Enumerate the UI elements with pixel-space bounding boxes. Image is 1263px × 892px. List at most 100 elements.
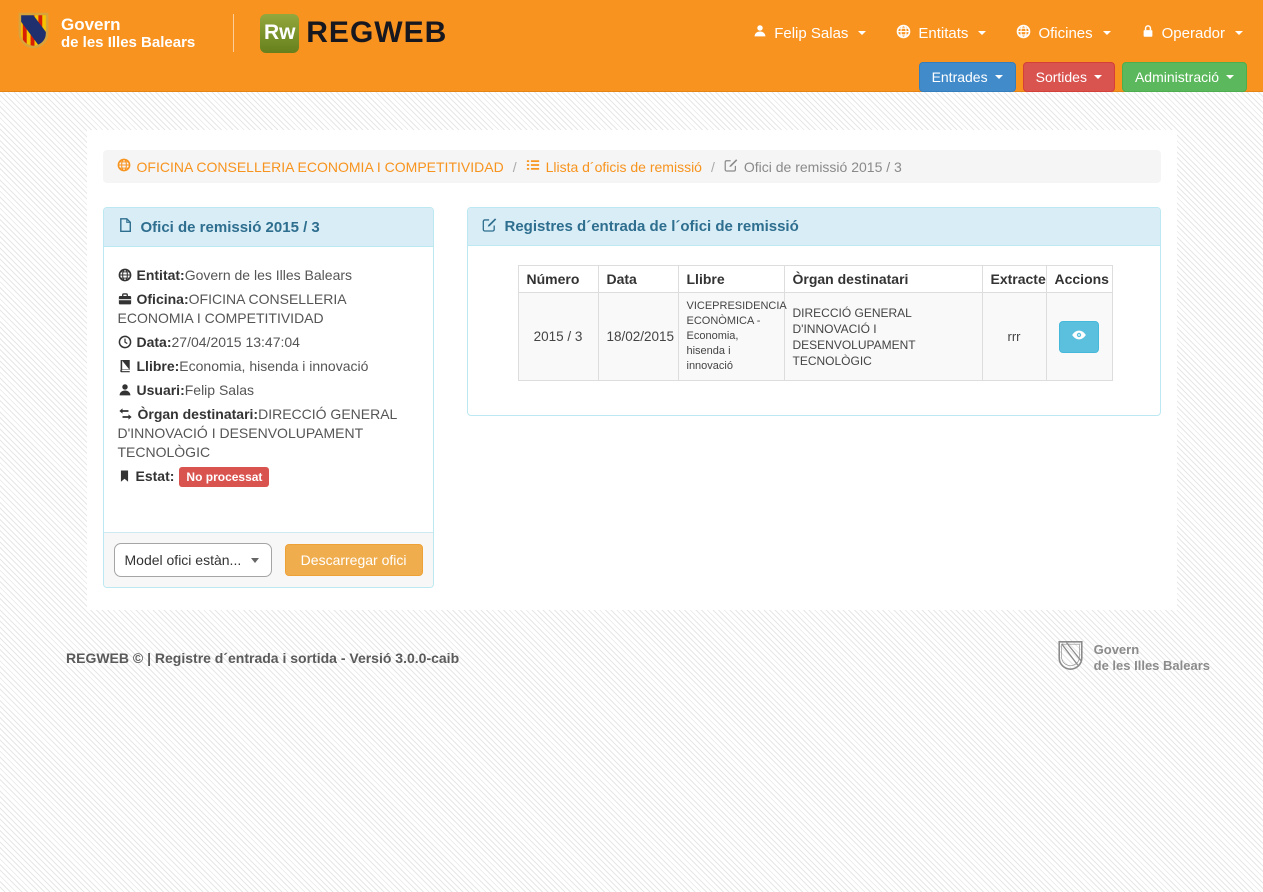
caret-down-icon — [1094, 75, 1102, 79]
view-record-button[interactable] — [1059, 321, 1099, 353]
breadcrumb-office-link[interactable]: OFICINA CONSELLERIA ECONOMIA I COMPETITI… — [117, 158, 504, 175]
ofici-detail-panel-title: Ofici de remissió 2015 / 3 — [141, 219, 320, 236]
nav-menu-label: Oficines — [1038, 25, 1092, 42]
nav-menu-entitats[interactable]: Entitats — [896, 24, 986, 43]
ofici-detail-panel-footer: Model ofici estàn... Descarregar ofici — [104, 532, 433, 587]
book-icon — [118, 359, 132, 373]
field-oficina-label: Oficina: — [137, 291, 189, 307]
caret-down-icon — [858, 31, 866, 35]
registres-panel-title: Registres d´entrada de l´ofici de remiss… — [505, 218, 799, 235]
footer-logo: Govern de les Illes Balears — [1056, 638, 1210, 678]
edit-icon — [724, 158, 738, 175]
footer-logo-line2: de les Illes Balears — [1094, 658, 1210, 674]
brand-divider — [233, 14, 234, 52]
sortides-button-label: Sortides — [1036, 69, 1087, 85]
cell-numero: 2015 / 3 — [518, 293, 598, 381]
caret-down-icon — [1235, 31, 1243, 35]
administracio-button[interactable]: Administració — [1122, 62, 1247, 92]
globe-icon — [118, 268, 132, 282]
rw-logo-badge: Rw — [260, 14, 299, 53]
field-llibre: Llibre:Economia, hisenda i innovació — [118, 357, 419, 376]
field-organ-destinatari: Òrgan destinatari:DIRECCIÓ GENERAL D'INN… — [118, 405, 419, 462]
lock-icon — [1141, 24, 1155, 42]
govern-crest-outline-icon — [1056, 638, 1085, 678]
main-card: OFICINA CONSELLERIA ECONOMIA I COMPETITI… — [87, 130, 1177, 610]
footer-logo-line1: Govern — [1094, 642, 1210, 658]
page-footer: REGWEB © | Registre d´entrada i sortida … — [66, 638, 1210, 678]
list-icon — [526, 158, 540, 175]
govern-crest-icon — [16, 10, 51, 56]
cell-organ: DIRECCIÓ GENERAL D'INNOVACIÓ I DESENVOLU… — [784, 293, 982, 381]
nav-menu-label: Operador — [1162, 25, 1225, 42]
field-data: Data:27/04/2015 13:47:04 — [118, 333, 419, 352]
breadcrumb-separator: / — [711, 159, 715, 175]
caret-down-icon — [1226, 75, 1234, 79]
col-header-data: Data — [598, 266, 678, 293]
field-llibre-label: Llibre: — [137, 358, 180, 374]
field-entitat: Entitat:Govern de les Illes Balears — [118, 266, 419, 285]
registres-panel-heading: Registres d´entrada de l´ofici de remiss… — [468, 208, 1160, 246]
bookmark-icon — [118, 469, 131, 483]
cell-extracte: rrr — [982, 293, 1046, 381]
globe-icon — [117, 158, 131, 175]
field-entitat-label: Entitat: — [137, 267, 185, 283]
top-navbar: Govern de les Illes Balears Rw REGWEB Fe… — [0, 0, 1263, 92]
breadcrumb: OFICINA CONSELLERIA ECONOMIA I COMPETITI… — [103, 150, 1161, 183]
edit-icon — [482, 217, 497, 236]
breadcrumb-current-item: Ofici de remissió 2015 / 3 — [724, 158, 902, 175]
breadcrumb-list-link[interactable]: Llista d´oficis de remissió — [526, 158, 702, 175]
globe-icon — [896, 24, 911, 43]
brand[interactable]: Govern de les Illes Balears — [16, 10, 195, 56]
col-header-llibre: Llibre — [678, 266, 784, 293]
table-row: 2015 / 3 18/02/2015 VICEPRESIDENCIA ECON… — [518, 293, 1112, 381]
field-organ-label: Òrgan destinatari: — [138, 406, 259, 422]
nav-user-menu[interactable]: Felip Salas — [753, 24, 866, 42]
nav-menu-oficines[interactable]: Oficines — [1016, 24, 1110, 43]
col-header-extracte: Extracte — [982, 266, 1046, 293]
cell-llibre: VICEPRESIDENCIA ECONÒMICA - Economia, hi… — [678, 293, 784, 381]
caret-down-icon — [1103, 31, 1111, 35]
app-name: REGWEB — [306, 16, 447, 50]
footer-logo-text: Govern de les Illes Balears — [1094, 642, 1210, 675]
brand-line1: Govern — [61, 15, 195, 35]
caret-down-icon — [995, 75, 1003, 79]
nav-menu-label: Entitats — [918, 25, 968, 42]
ofici-detail-panel: Ofici de remissió 2015 / 3 Entitat:Gover… — [103, 207, 434, 588]
ofici-detail-panel-heading: Ofici de remissió 2015 / 3 — [104, 208, 433, 247]
col-header-accions: Accions — [1046, 266, 1112, 293]
descarregar-ofici-button[interactable]: Descarregar ofici — [285, 544, 423, 576]
field-data-value: 27/04/2015 13:47:04 — [172, 334, 300, 350]
breadcrumb-list-label: Llista d´oficis de remissió — [546, 159, 702, 175]
entrades-button-label: Entrades — [932, 69, 988, 85]
registres-table: Número Data Llibre Òrgan destinatari Ext… — [518, 265, 1113, 381]
footer-copyright: REGWEB © | Registre d´entrada i sortida … — [66, 650, 459, 666]
ofici-detail-panel-body: Entitat:Govern de les Illes Balears Ofic… — [104, 247, 433, 532]
user-icon — [118, 383, 132, 397]
field-data-label: Data: — [137, 334, 172, 350]
entrades-button[interactable]: Entrades — [919, 62, 1016, 92]
model-ofici-select[interactable]: Model ofici estàn... — [114, 543, 272, 577]
administracio-button-label: Administració — [1135, 69, 1219, 85]
user-icon — [753, 24, 767, 42]
field-usuari-label: Usuari: — [137, 382, 185, 398]
col-header-organ: Òrgan destinatari — [784, 266, 982, 293]
brand-line2: de les Illes Balears — [61, 34, 195, 51]
sortides-button[interactable]: Sortides — [1023, 62, 1115, 92]
status-badge: No processat — [179, 467, 269, 487]
field-entitat-value: Govern de les Illes Balears — [185, 267, 352, 283]
table-header-row: Número Data Llibre Òrgan destinatari Ext… — [518, 266, 1112, 293]
field-usuari: Usuari:Felip Salas — [118, 381, 419, 400]
caret-down-icon — [978, 31, 986, 35]
nav-menu-operador[interactable]: Operador — [1141, 24, 1243, 42]
briefcase-icon — [118, 292, 132, 306]
clock-icon — [118, 335, 132, 349]
file-icon — [118, 217, 133, 237]
field-usuari-value: Felip Salas — [185, 382, 254, 398]
field-estat-label: Estat: — [136, 468, 175, 484]
field-estat: Estat:No processat — [118, 467, 419, 487]
registres-panel-body: Número Data Llibre Òrgan destinatari Ext… — [468, 246, 1160, 415]
model-select-wrap: Model ofici estàn... — [114, 543, 272, 577]
breadcrumb-current-label: Ofici de remissió 2015 / 3 — [744, 159, 902, 175]
cell-accions — [1046, 293, 1112, 381]
col-header-numero: Número — [518, 266, 598, 293]
